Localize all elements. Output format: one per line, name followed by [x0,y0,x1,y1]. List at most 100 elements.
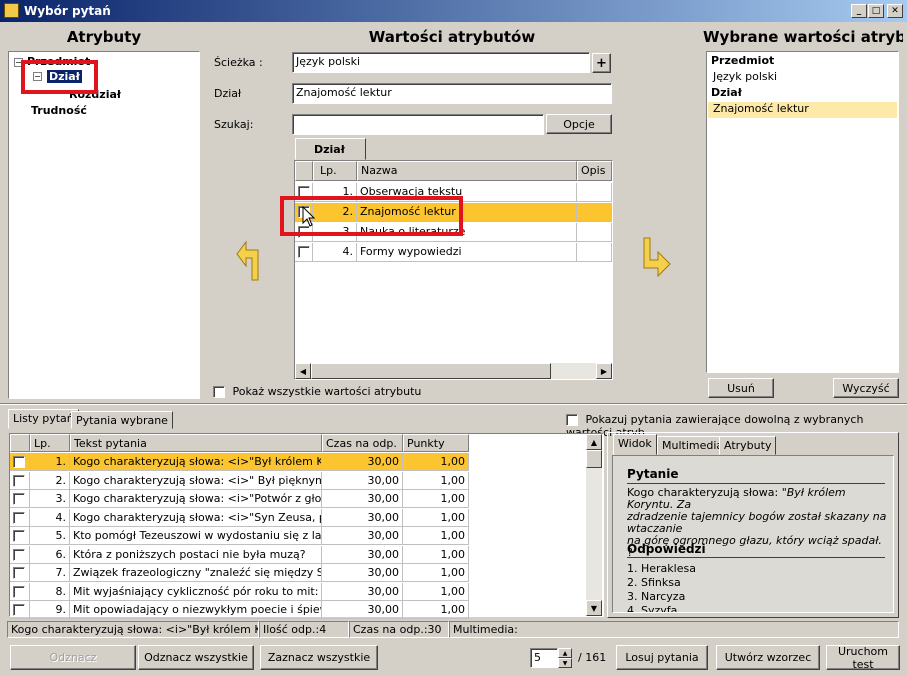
dzial-field[interactable]: Znajomość lektur [292,83,612,104]
tab-dzial[interactable]: Dział [295,138,366,160]
q-header-points[interactable]: Punkty [403,434,469,452]
path-add-button[interactable]: + [592,53,611,73]
q-header-text[interactable]: Tekst pytania [70,434,322,452]
mark-all-button[interactable]: Zaznacz wszystkie [260,645,378,670]
grid-header-opis[interactable]: Opis [577,161,612,181]
value-row-selected[interactable]: 2. Znajomość lektur [295,203,612,222]
question-row[interactable]: 2. Kogo charakteryzują słowa: <i>" Był pi… [10,471,469,490]
show-all-label: Pokaż wszystkie wartości atrybutu [232,385,422,398]
selected-item-heading: Przedmiot [711,54,775,67]
question-row[interactable]: 9. Mit opowiadający o niezwykłym poecie i… [10,601,469,619]
question-points: 1,00 [403,508,469,527]
question-text: Mit opowiadający o niezwykłym poecie i ś… [70,601,322,619]
run-test-button[interactable]: Uruchom test [826,645,900,671]
question-checkbox[interactable] [13,530,25,542]
create-template-button[interactable]: Utwórz wzorzec [716,645,820,670]
row-lp: 3. [313,223,357,242]
show-all-checkbox-row[interactable]: Pokaż wszystkie wartości atrybutu [213,385,421,398]
question-row[interactable]: 3. Kogo charakteryzują słowa: <i>"Potwór … [10,490,469,508]
tree-item-rozdzial[interactable]: Rozdział [69,88,121,101]
selected-values-list[interactable]: Przedmiot Język polski Dział Znajomość l… [706,51,899,373]
any-value-checkbox[interactable] [566,414,578,426]
question-checkbox[interactable] [13,548,25,561]
question-checkbox[interactable] [13,567,25,579]
row-name: Nauka o literaturze [357,223,577,242]
scroll-right-icon[interactable]: ▶ [596,363,612,379]
minimize-button[interactable]: _ [851,4,867,18]
question-checkbox[interactable] [13,474,25,487]
unmark-all-button[interactable]: Odznacz wszystkie [138,645,254,670]
question-checkbox[interactable] [13,511,25,524]
question-checkbox[interactable] [13,456,25,468]
preview-panel: Widok Multimedia Atrybuty Pytanie Kogo c… [607,432,899,618]
question-row[interactable]: 4. Kogo charakteryzują słowa: <i>"Syn Zeu… [10,508,469,527]
value-row[interactable]: 1. Obserwacja tekstu [295,183,612,202]
path-label: Ścieżka : [214,56,263,69]
row-checkbox[interactable] [298,186,310,198]
scroll-left-icon[interactable]: ◀ [295,363,311,379]
draw-questions-button[interactable]: Losuj pytania [616,645,708,670]
maximize-button[interactable]: □ [868,4,884,18]
horizontal-scrollbar[interactable]: ◀ ▶ [295,363,612,379]
spin-up-icon[interactable]: ▲ [558,648,572,658]
question-row[interactable]: 8. Mit wyjaśniający cykliczność pór roku … [10,582,469,601]
values-grid[interactable]: Lp. Nazwa Opis 1. Obserwacja tekstu 2. Z… [294,160,613,380]
tab-selected-questions[interactable]: Pytania wybrane [71,411,173,429]
scroll-thumb[interactable] [586,450,602,468]
question-checkbox[interactable] [13,493,25,505]
status-answer-count: Ilość odp.:4 [259,621,349,638]
attribute-tree[interactable]: − Przedmiot − Dział Rozdział Trudność [8,51,200,399]
tree-item-dzial[interactable]: Dział [47,70,82,83]
tab-atrybuty[interactable]: Atrybuty [719,436,777,455]
count-spinner[interactable]: ▲ ▼ [558,648,572,668]
question-checkbox[interactable] [13,604,25,616]
move-left-arrow-icon[interactable] [236,236,268,282]
tree-expander-icon[interactable]: − [14,58,23,67]
question-row[interactable]: 5. Kto pomógł Tezeuszowi w wydostaniu się… [10,527,469,545]
value-row[interactable]: 3. Nauka o literaturze [295,223,612,242]
q-header-lp[interactable]: Lp. [30,434,70,452]
question-check-cell [10,490,30,508]
tab-widok[interactable]: Widok [613,434,657,455]
tree-expander-icon[interactable]: − [33,72,42,81]
tab-multimedia[interactable]: Multimedia [657,436,729,455]
show-all-checkbox[interactable] [213,386,225,398]
question-check-cell [10,545,30,564]
grid-header-nazwa[interactable]: Nazwa [357,161,577,181]
q-header-time[interactable]: Czas na odp. [322,434,403,452]
question-count-input[interactable]: 5 [530,648,558,668]
grid-header-lp[interactable]: Lp. [313,161,357,181]
row-checkbox[interactable] [298,246,310,258]
question-points: 1,00 [403,527,469,545]
spin-down-icon[interactable]: ▼ [558,658,572,668]
path-field[interactable]: Język polski [292,52,590,73]
tab-lists[interactable]: Listy pytań [8,409,79,429]
clear-button[interactable]: Wyczyść [833,378,899,398]
selected-item-highlighted[interactable]: Znajomość lektur [708,102,897,118]
question-row[interactable]: 7. Związek frazeologiczny "znaleźć się mi… [10,564,469,582]
remove-button[interactable]: Usuń [708,378,774,398]
options-button[interactable]: Opcje [546,114,612,134]
tree-item-przedmiot[interactable]: Przedmiot [27,55,90,68]
close-button[interactable]: ✕ [887,4,903,18]
selected-item[interactable]: Język polski [713,70,777,83]
question-row[interactable]: 1. Kogo charakteryzują słowa: <i>"Był kró… [10,453,469,471]
questions-grid[interactable]: Lp. Tekst pytania Czas na odp. Punkty 1.… [9,433,604,619]
scroll-down-icon[interactable]: ▼ [586,600,602,616]
question-time: 30,00 [322,545,403,564]
question-text: Kogo charakteryzują słowa: <i>"Potwór z … [70,490,322,508]
move-right-arrow-icon[interactable] [640,236,672,282]
question-row[interactable]: 6. Która z poniższych postaci nie była mu… [10,545,469,564]
row-lp: 1. [313,183,357,202]
tree-item-trudnosc[interactable]: Trudność [31,104,87,117]
unmark-button[interactable]: Odznacz [10,645,136,670]
scroll-up-icon[interactable]: ▲ [586,434,602,450]
question-time: 30,00 [322,601,403,619]
question-check-cell [10,601,30,619]
question-checkbox[interactable] [13,585,25,598]
search-input[interactable] [292,114,544,135]
value-row[interactable]: 4. Formy wypowiedzi [295,243,612,262]
scroll-thumb[interactable] [311,363,551,379]
questions-scrollbar[interactable]: ▲ ▼ [586,434,602,616]
question-time: 30,00 [322,453,403,471]
